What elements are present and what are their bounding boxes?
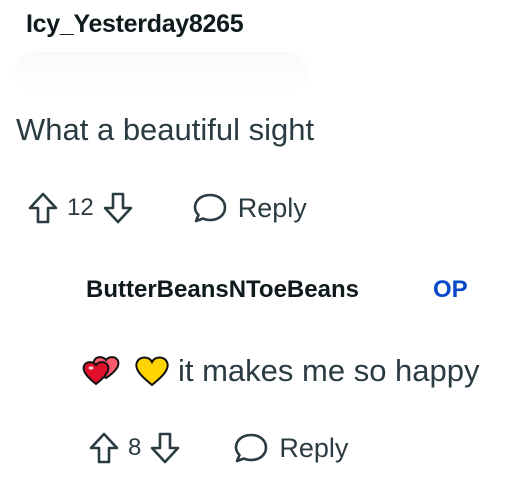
comment-text: What a beautiful sight [16, 112, 315, 147]
reply-label: Reply [279, 432, 349, 463]
reply-label: Reply [237, 192, 307, 223]
downvote-arrow-icon [151, 432, 180, 464]
author-highlight [14, 52, 308, 94]
downvote-arrow-icon [103, 192, 133, 224]
op-badge: OP [433, 276, 468, 303]
upvote-count: 8 [128, 434, 142, 461]
speech-bubble-icon [193, 193, 227, 223]
reply-text: it makes me so happy [178, 353, 480, 388]
two-hearts-icon [80, 354, 126, 388]
reply-action-bar: 8 Reply [86, 426, 348, 470]
comment-action-bar: 12 Reply [25, 186, 307, 230]
reply-button[interactable]: Reply [233, 431, 348, 465]
reply-body: it makes me so happy [80, 353, 480, 389]
upvote-count: 12 [67, 194, 94, 221]
comment-author[interactable]: Icy_Yesterday8265 [26, 10, 244, 39]
yellow-heart-icon [132, 354, 172, 388]
downvote-button[interactable] [100, 186, 136, 230]
upvote-arrow-icon [28, 192, 58, 224]
upvote-button[interactable] [86, 426, 122, 470]
downvote-button[interactable] [147, 426, 183, 470]
reply-button[interactable]: Reply [192, 191, 307, 225]
reply-author[interactable]: ButterBeansNToeBeans [86, 276, 359, 304]
upvote-arrow-icon [89, 432, 119, 464]
speech-bubble-icon [235, 433, 268, 463]
upvote-button[interactable] [25, 186, 61, 230]
